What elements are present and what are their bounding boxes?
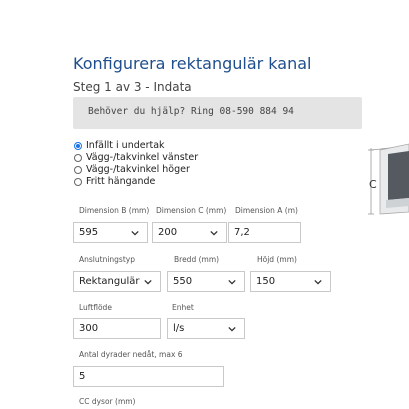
dimension-c-label: Dimension C (mm) xyxy=(156,206,227,215)
chevron-down-icon xyxy=(228,279,236,285)
chevron-down-icon xyxy=(144,279,152,285)
radio-label: Vägg-/takvinkel höger xyxy=(86,164,190,175)
nozzle-rows-value: 5 xyxy=(79,371,86,382)
airflow-value: 300 xyxy=(79,323,99,334)
nozzle-rows-label: Antal dyrader nedåt, max 6 xyxy=(79,350,183,359)
dimension-b-label: Dimension B (mm) xyxy=(79,206,150,215)
connection-type-label: Anslutningstyp xyxy=(79,255,135,264)
chevron-down-icon xyxy=(210,230,218,236)
unit-label: Enhet xyxy=(172,303,194,312)
unit-select[interactable]: l/s xyxy=(167,318,245,339)
cc-nozzles-label: CC dysor (mm) xyxy=(79,397,136,406)
height-value: 150 xyxy=(256,276,276,287)
nozzle-rows-input[interactable]: 5 xyxy=(73,366,224,387)
width-value: 550 xyxy=(173,276,193,287)
radio-label: Infällt i undertak xyxy=(86,140,165,151)
unit-value: l/s xyxy=(173,323,185,334)
diagram-c-label: C xyxy=(369,178,377,191)
airflow-input[interactable]: 300 xyxy=(73,318,161,339)
height-label: Höjd (mm) xyxy=(257,255,297,264)
width-select[interactable]: 550 xyxy=(167,271,245,292)
airflow-label: Luftflöde xyxy=(79,303,112,312)
radio-option-fritt-hangande[interactable]: Fritt hängande xyxy=(74,176,155,187)
chevron-down-icon xyxy=(131,230,139,236)
dimension-c-select[interactable]: 200 xyxy=(152,222,227,243)
dimension-b-select[interactable]: 595 xyxy=(73,222,148,243)
radio-button[interactable] xyxy=(74,177,82,186)
chevron-down-icon xyxy=(314,279,322,285)
duct-diagram: C xyxy=(368,143,409,215)
chevron-down-icon xyxy=(228,326,236,332)
help-text: Behöver du hjälp? Ring 08-590 884 94 xyxy=(88,106,294,117)
dimension-b-value: 595 xyxy=(79,227,99,238)
radio-label: Fritt hängande xyxy=(86,176,156,187)
height-select[interactable]: 150 xyxy=(250,271,331,292)
radio-button[interactable] xyxy=(74,141,82,150)
page-title: Konfigurera rektangulär kanal xyxy=(73,54,312,73)
width-label: Bredd (mm) xyxy=(174,255,220,264)
help-banner: Behöver du hjälp? Ring 08-590 884 94 xyxy=(73,97,362,129)
radio-option-infallt[interactable]: Infällt i undertak xyxy=(74,140,165,151)
radio-button[interactable] xyxy=(74,153,82,162)
connection-type-value: Rektangulär xyxy=(79,276,140,287)
radio-option-vagg-hoger[interactable]: Vägg-/takvinkel höger xyxy=(74,164,190,175)
radio-option-vagg-vanster[interactable]: Vägg-/takvinkel vänster xyxy=(74,152,198,163)
dimension-c-value: 200 xyxy=(158,227,178,238)
step-indicator: Steg 1 av 3 - Indata xyxy=(73,80,192,94)
connection-type-select[interactable]: Rektangulär xyxy=(73,271,161,292)
radio-button[interactable] xyxy=(74,165,82,174)
dimension-a-label: Dimension A (m) xyxy=(235,206,298,215)
radio-label: Vägg-/takvinkel vänster xyxy=(86,152,199,163)
dimension-a-value: 7,2 xyxy=(234,227,250,238)
dimension-a-input[interactable]: 7,2 xyxy=(228,222,301,243)
